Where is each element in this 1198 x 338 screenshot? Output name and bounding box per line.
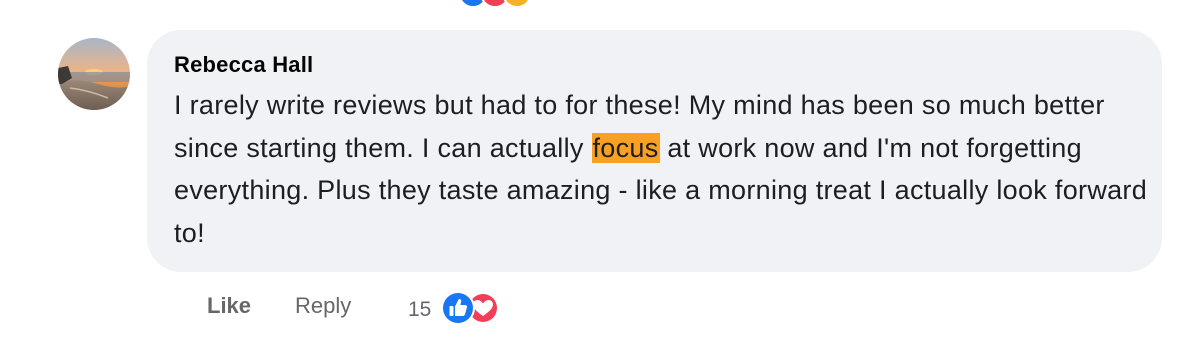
author-avatar[interactable] xyxy=(58,38,130,110)
comment-author-name[interactable]: Rebecca Hall xyxy=(174,52,313,78)
care-reaction-icon xyxy=(502,0,532,8)
like-reaction-icon xyxy=(441,291,475,325)
beach-sunset-avatar-image xyxy=(58,38,130,110)
highlighted-keyword: focus xyxy=(591,132,660,163)
reaction-summary[interactable] xyxy=(440,290,504,326)
reply-button[interactable]: Reply xyxy=(295,293,351,319)
comment-text: I rarely write reviews but had to for th… xyxy=(174,84,1149,254)
previous-comment-reactions[interactable] xyxy=(458,0,548,8)
like-button[interactable]: Like xyxy=(207,293,251,319)
comment-thread: Rebecca Hall I rarely write reviews but … xyxy=(0,0,1198,338)
reaction-count[interactable]: 15 xyxy=(408,298,431,322)
reaction-icons xyxy=(441,291,499,325)
